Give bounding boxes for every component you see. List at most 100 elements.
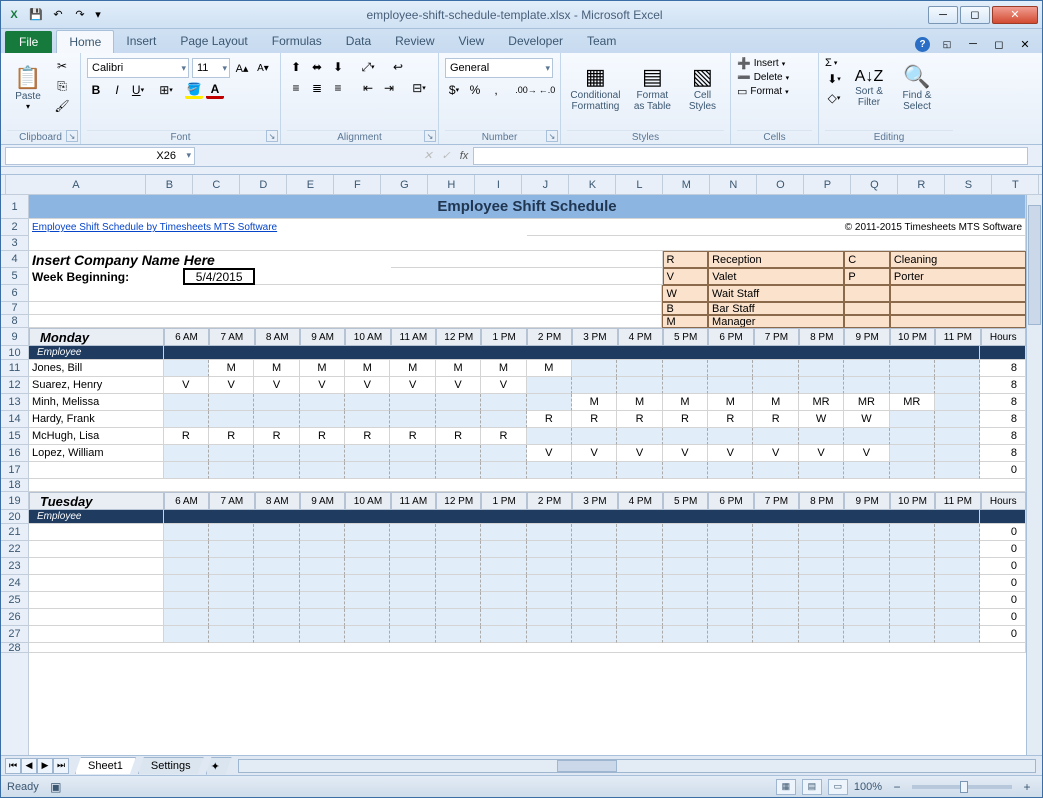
cell[interactable]: [345, 541, 390, 558]
find-select-button[interactable]: 🔍 Find & Select: [895, 55, 939, 121]
cell[interactable]: M: [254, 360, 299, 377]
cell[interactable]: 8 AM: [255, 492, 300, 510]
cell[interactable]: 1 PM: [481, 492, 526, 510]
cell[interactable]: [164, 524, 209, 541]
cell[interactable]: 0: [980, 626, 1026, 643]
page-layout-view-button[interactable]: ▤: [802, 779, 822, 795]
cell[interactable]: [935, 360, 980, 377]
cell[interactable]: [708, 462, 753, 479]
macro-record-icon[interactable]: ▣: [47, 778, 65, 796]
cell[interactable]: Monday: [29, 328, 164, 346]
tab-insert[interactable]: Insert: [114, 30, 168, 53]
cell[interactable]: [572, 428, 617, 445]
formula-input[interactable]: [473, 147, 1028, 165]
cell[interactable]: 11 AM: [391, 328, 436, 346]
cell[interactable]: [390, 524, 435, 541]
cell[interactable]: V: [663, 445, 708, 462]
cell[interactable]: 8: [980, 428, 1026, 445]
cell[interactable]: [663, 462, 708, 479]
cell[interactable]: [890, 360, 935, 377]
cell[interactable]: [29, 524, 164, 541]
cell[interactable]: [345, 592, 390, 609]
col-header-H[interactable]: H: [428, 175, 475, 194]
cell[interactable]: Porter: [890, 268, 1026, 285]
template-link[interactable]: Employee Shift Schedule by Timesheets MT…: [32, 222, 277, 233]
zoom-in-button[interactable]: +: [1018, 778, 1036, 796]
cell[interactable]: [663, 626, 708, 643]
cell[interactable]: [436, 445, 481, 462]
cell[interactable]: [390, 462, 435, 479]
cell[interactable]: [300, 626, 345, 643]
cell[interactable]: V: [708, 445, 753, 462]
cell[interactable]: [29, 479, 1026, 492]
cell[interactable]: [663, 575, 708, 592]
cell[interactable]: [980, 510, 1026, 524]
cell[interactable]: [209, 575, 254, 592]
cell[interactable]: 7 AM: [209, 492, 254, 510]
cell[interactable]: V: [390, 377, 435, 394]
cell[interactable]: 10 PM: [890, 328, 935, 346]
cell[interactable]: P: [844, 268, 890, 285]
cell[interactable]: [29, 575, 164, 592]
cell[interactable]: [935, 626, 980, 643]
font-dialog-launcher[interactable]: ↘: [266, 130, 278, 142]
cell[interactable]: 1 PM: [481, 328, 526, 346]
cell[interactable]: 9 PM: [844, 492, 889, 510]
cell[interactable]: 8: [980, 394, 1026, 411]
increase-decimal-icon[interactable]: .00→: [517, 81, 535, 99]
cell[interactable]: [29, 285, 662, 302]
cell[interactable]: [935, 394, 980, 411]
cell[interactable]: [935, 428, 980, 445]
tab-formulas[interactable]: Formulas: [260, 30, 334, 53]
cell[interactable]: [708, 609, 753, 626]
cell[interactable]: 0: [980, 558, 1026, 575]
cell[interactable]: Bar Staff: [708, 302, 844, 315]
cell[interactable]: [890, 285, 1026, 302]
bold-button[interactable]: B: [87, 81, 105, 99]
cell[interactable]: [890, 575, 935, 592]
cell[interactable]: [345, 445, 390, 462]
orientation-icon[interactable]: ⤢▾: [359, 58, 377, 76]
cell[interactable]: [436, 592, 481, 609]
horizontal-scrollbar[interactable]: [238, 759, 1036, 773]
format-cells-button[interactable]: ▭Format▾: [737, 85, 789, 98]
cell[interactable]: B: [662, 302, 708, 315]
cell[interactable]: [753, 428, 798, 445]
zoom-out-button[interactable]: −: [888, 778, 906, 796]
zoom-slider-thumb[interactable]: [960, 781, 968, 793]
cell[interactable]: C: [844, 251, 890, 268]
decrease-font-icon[interactable]: A▾: [254, 59, 272, 77]
sheet-tab-settings[interactable]: Settings: [138, 757, 204, 774]
row-header-17[interactable]: 17: [1, 462, 28, 479]
cell[interactable]: © 2011-2015 Timesheets MTS Software: [527, 219, 1026, 236]
cell[interactable]: [935, 377, 980, 394]
cell[interactable]: [209, 524, 254, 541]
row-header-2[interactable]: 2: [1, 219, 28, 236]
decrease-decimal-icon[interactable]: ←.0: [538, 81, 556, 99]
cell[interactable]: R: [481, 428, 526, 445]
cell[interactable]: [481, 394, 526, 411]
col-header-D[interactable]: D: [240, 175, 287, 194]
cell[interactable]: R: [527, 411, 572, 428]
cell[interactable]: [708, 428, 753, 445]
cell[interactable]: [390, 558, 435, 575]
cell[interactable]: R: [572, 411, 617, 428]
cell[interactable]: [481, 558, 526, 575]
new-sheet-button[interactable]: ✦: [206, 757, 232, 775]
cell[interactable]: [663, 592, 708, 609]
normal-view-button[interactable]: ▦: [776, 779, 796, 795]
cell[interactable]: [572, 541, 617, 558]
cell[interactable]: [527, 462, 572, 479]
cell[interactable]: [617, 609, 662, 626]
cell[interactable]: 8 PM: [799, 492, 844, 510]
cell[interactable]: [527, 541, 572, 558]
save-icon[interactable]: 💾: [27, 6, 45, 24]
enter-formula-icon[interactable]: ✓: [437, 147, 455, 165]
cell[interactable]: [164, 346, 980, 360]
help-icon[interactable]: ?: [915, 37, 930, 52]
row-header-7[interactable]: 7: [1, 302, 28, 315]
close-button[interactable]: ✕: [992, 6, 1038, 24]
cell[interactable]: [436, 524, 481, 541]
cell[interactable]: [890, 592, 935, 609]
cell[interactable]: [617, 558, 662, 575]
